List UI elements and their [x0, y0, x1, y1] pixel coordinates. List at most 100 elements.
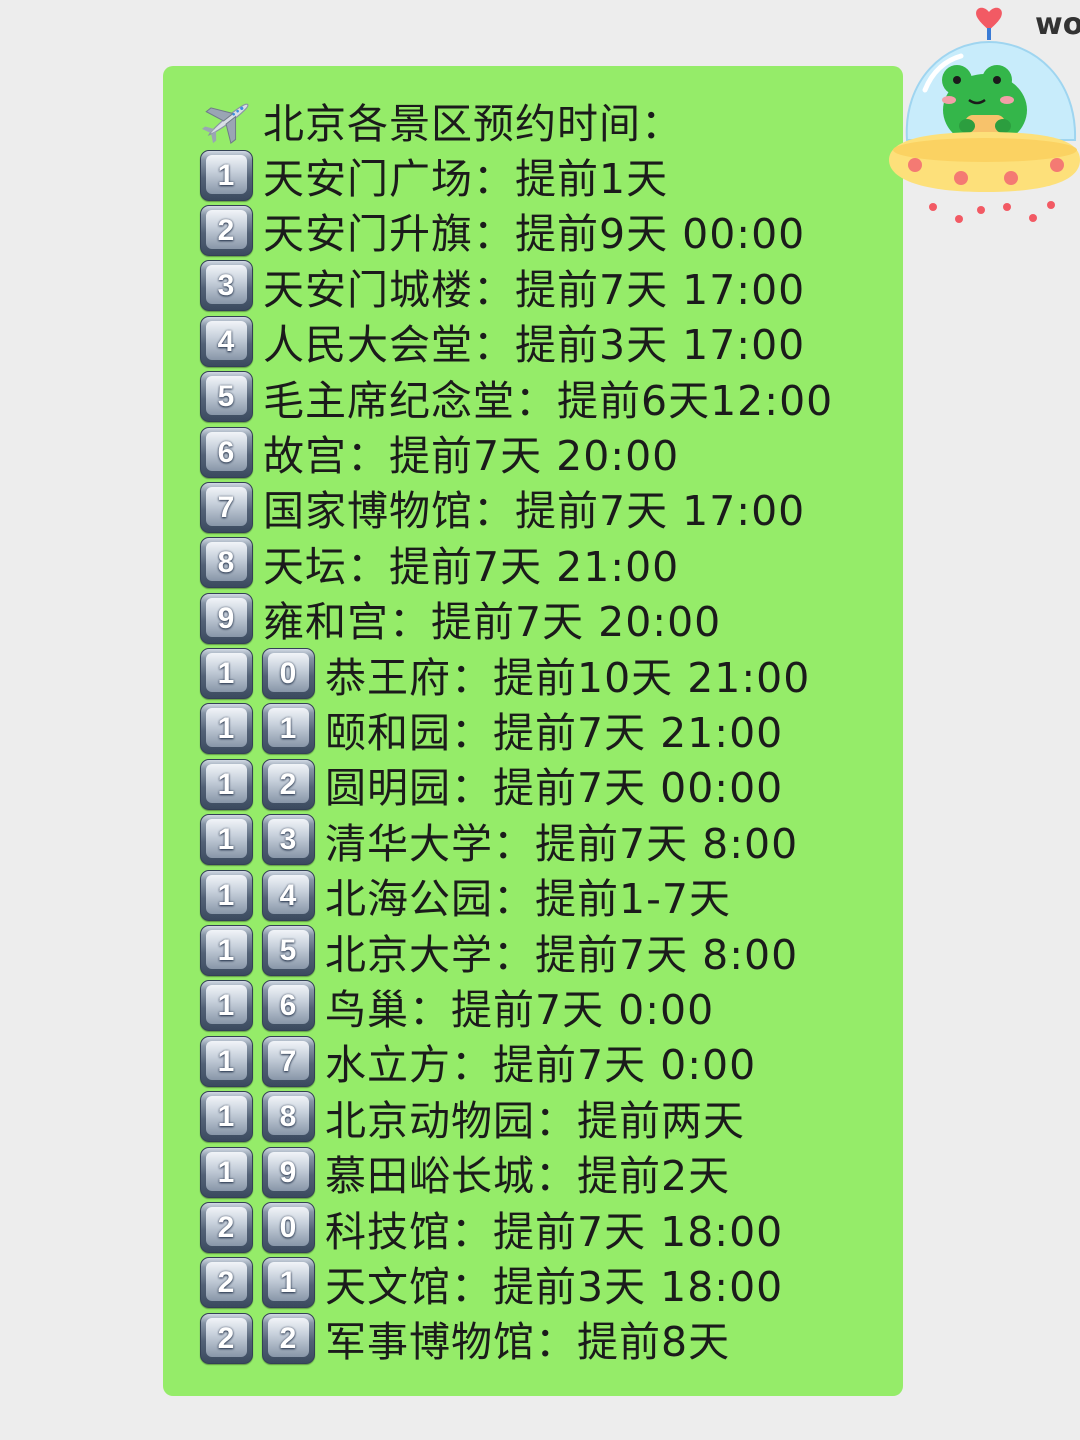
keycap-digit-icon: 4: [262, 869, 315, 921]
keycap-digit-icon: 1: [262, 1257, 315, 1309]
keycap-digit-ones: 5: [268, 930, 309, 970]
list-item-text: 圆明园：提前7天 00:00: [325, 764, 784, 813]
keycap-digit-ones: 1: [268, 1262, 309, 1302]
list-item: 5 毛主席纪念堂：提前6天12:00: [200, 369, 900, 425]
list-item-text: 慕田峪长城：提前2天: [325, 1152, 731, 1201]
list-item: 1 3 清华大学：提前7天 8:00: [200, 812, 900, 868]
list-item-text: 北海公园：提前1-7天: [325, 875, 731, 924]
keycap-digit-icon: 2: [262, 1312, 315, 1364]
list-item: 2 1 天文馆：提前3天 18:00: [200, 1255, 900, 1311]
list-item: 1 9 慕田峪长城：提前2天: [200, 1144, 900, 1201]
keycap-digit-icon: 1: [200, 925, 253, 977]
list-item: 3 天安门城楼：提前7天 17:00: [200, 258, 900, 314]
list-item-text: 颐和园：提前7天 21:00: [325, 709, 784, 757]
list-item: 1 1 颐和园：提前7天 21:00: [200, 701, 900, 757]
list-item-text: 天文馆：提前3天 18:00: [325, 1262, 784, 1311]
message-bubble[interactable]: 北京各景区预约时间： 1 天安门广场：提前1天 2 天安门升旗：提前9天 00:…: [163, 66, 903, 1396]
keycap-digit-icon: 9: [200, 592, 253, 644]
keycap-digit-tens: 1: [206, 985, 247, 1025]
keycap-digit-tens: 1: [206, 653, 247, 693]
keycap-digit-ones: 6: [268, 985, 309, 1025]
keycap-digit-icon: 8: [200, 537, 253, 589]
keycap-digit-tens: 1: [206, 819, 247, 859]
keycap-digit-icon: 2: [200, 204, 253, 256]
keycap-digit-ones: 1: [268, 708, 309, 748]
keycap-digit-icon: 1: [200, 869, 253, 921]
list-item-text: 雍和宫：提前7天 20:00: [263, 598, 722, 647]
message-title: 北京各景区预约时间：: [263, 99, 683, 148]
list-item: 1 4 北海公园：提前1-7天: [200, 867, 900, 924]
keycap-digit-icon: 7: [262, 1035, 315, 1087]
list-item-text: 天坛：提前7天 21:00: [263, 542, 680, 591]
keycap-digit-ones: 2: [268, 1317, 309, 1357]
keycap-digit-ones: 9: [268, 1151, 309, 1191]
message-title-line: 北京各景区预约时间：: [200, 92, 900, 148]
keycap-digit-ones: 3: [268, 819, 309, 859]
keycap-digit-icon: 5: [200, 371, 253, 423]
list-item-text: 水立方：提前7天 0:00: [325, 1041, 757, 1090]
keycap-digit-ones: 0: [268, 653, 309, 693]
list-item: 2 2 军事博物馆：提前8天: [200, 1311, 900, 1366]
keycap-digit-ones: 8: [268, 1096, 309, 1136]
keycap-digit-tens: 1: [206, 763, 247, 803]
keycap-digit-icon: 1: [262, 703, 315, 755]
list-item-text: 国家博物馆：提前7天 17:00: [263, 487, 806, 536]
keycap-digit-icon: 1: [200, 814, 253, 866]
list-item: 8 天坛：提前7天 21:00: [200, 535, 900, 591]
keycap-digit-tens: 1: [206, 708, 247, 748]
list-item: 1 5 北京大学：提前7天 8:00: [200, 923, 900, 979]
keycap-digit-tens: 2: [206, 1207, 247, 1246]
keycap-digit-icon: 0: [262, 648, 315, 700]
keycap-digit-tens: 1: [206, 1096, 247, 1136]
keycap-digit-icon: 1: [200, 1146, 253, 1198]
list-item: 1 6 鸟巢：提前7天 0:00: [200, 978, 900, 1034]
keycap-digit-icon: 2: [200, 1312, 253, 1364]
list-item: 9 雍和宫：提前7天 20:00: [200, 591, 900, 646]
keycap-digit-icon: 1: [200, 149, 253, 201]
message-content: 北京各景区预约时间： 1 天安门广场：提前1天 2 天安门升旗：提前9天 00:…: [200, 92, 900, 1366]
keycap-digit-icon: 1: [200, 980, 253, 1032]
keycap-digit-icon: 5: [262, 925, 315, 977]
list-item-text: 天安门城楼：提前7天 17:00: [263, 265, 806, 314]
keycap-digit-icon: 2: [262, 758, 315, 810]
keycap-digit-icon: 9: [262, 1146, 315, 1198]
list-item: 1 天安门广场：提前1天: [200, 147, 900, 204]
keycap-digit-icon: 6: [200, 426, 253, 478]
keycap-digit-icon: 7: [200, 481, 253, 533]
list-item: 6 故宫：提前7天 20:00: [200, 424, 900, 481]
list-item: 1 0 恭王府：提前10天 21:00: [200, 646, 900, 702]
keycap-digit-icon: 2: [200, 1202, 253, 1253]
list-item-text: 科技馆：提前7天 18:00: [325, 1207, 784, 1256]
list-item-text: 清华大学：提前7天 8:00: [325, 819, 799, 868]
list-item-text: 北京动物园：提前两天: [325, 1096, 745, 1145]
keycap-digit-icon: 3: [262, 814, 315, 866]
list-item: 7 国家博物馆：提前7天 17:00: [200, 480, 900, 535]
list-item-text: 故宫：提前7天 20:00: [263, 432, 680, 481]
keycap-digit-icon: 4: [200, 315, 253, 367]
list-item-text: 天安门升旗：提前9天 00:00: [263, 210, 806, 259]
list-item: 1 2 圆明园：提前7天 00:00: [200, 757, 900, 812]
list-item: 2 天安门升旗：提前9天 00:00: [200, 203, 900, 258]
airplane-icon: [201, 103, 249, 144]
list-item-text: 天安门广场：提前1天: [263, 155, 669, 204]
keycap-digit-icon: 2: [200, 1257, 253, 1309]
keycap-digit-icon: 8: [262, 1091, 315, 1143]
sticker-text: wo: [1035, 7, 1080, 42]
keycap-digit-icon: 1: [200, 1091, 253, 1143]
keycap-digit-icon: 1: [200, 758, 253, 810]
chat-screen: 北京各景区预约时间： 1 天安门广场：提前1天 2 天安门升旗：提前9天 00:…: [0, 0, 1080, 1440]
list-item-text: 军事博物馆：提前8天: [325, 1318, 731, 1367]
keycap-digit-icon: 1: [200, 703, 253, 755]
list-item-text: 毛主席纪念堂：提前6天12:00: [263, 376, 834, 425]
list-item-text: 恭王府：提前10天 21:00: [325, 653, 811, 702]
keycap-digit-icon: 6: [262, 980, 315, 1032]
list-item: 2 0 科技馆：提前7天 18:00: [200, 1200, 900, 1256]
keycap-digit-tens: 2: [206, 1262, 247, 1302]
list-item-text: 鸟巢：提前7天 0:00: [325, 985, 715, 1034]
list-item: 1 8 北京动物园：提前两天: [200, 1089, 900, 1145]
keycap-digit-tens: 1: [206, 1151, 247, 1191]
list-item-text: 北京大学：提前7天 8:00: [325, 930, 799, 979]
keycap-digit-tens: 1: [206, 1040, 247, 1080]
keycap-digit-tens: 2: [206, 1317, 247, 1357]
keycap-digit-icon: 1: [200, 648, 253, 700]
